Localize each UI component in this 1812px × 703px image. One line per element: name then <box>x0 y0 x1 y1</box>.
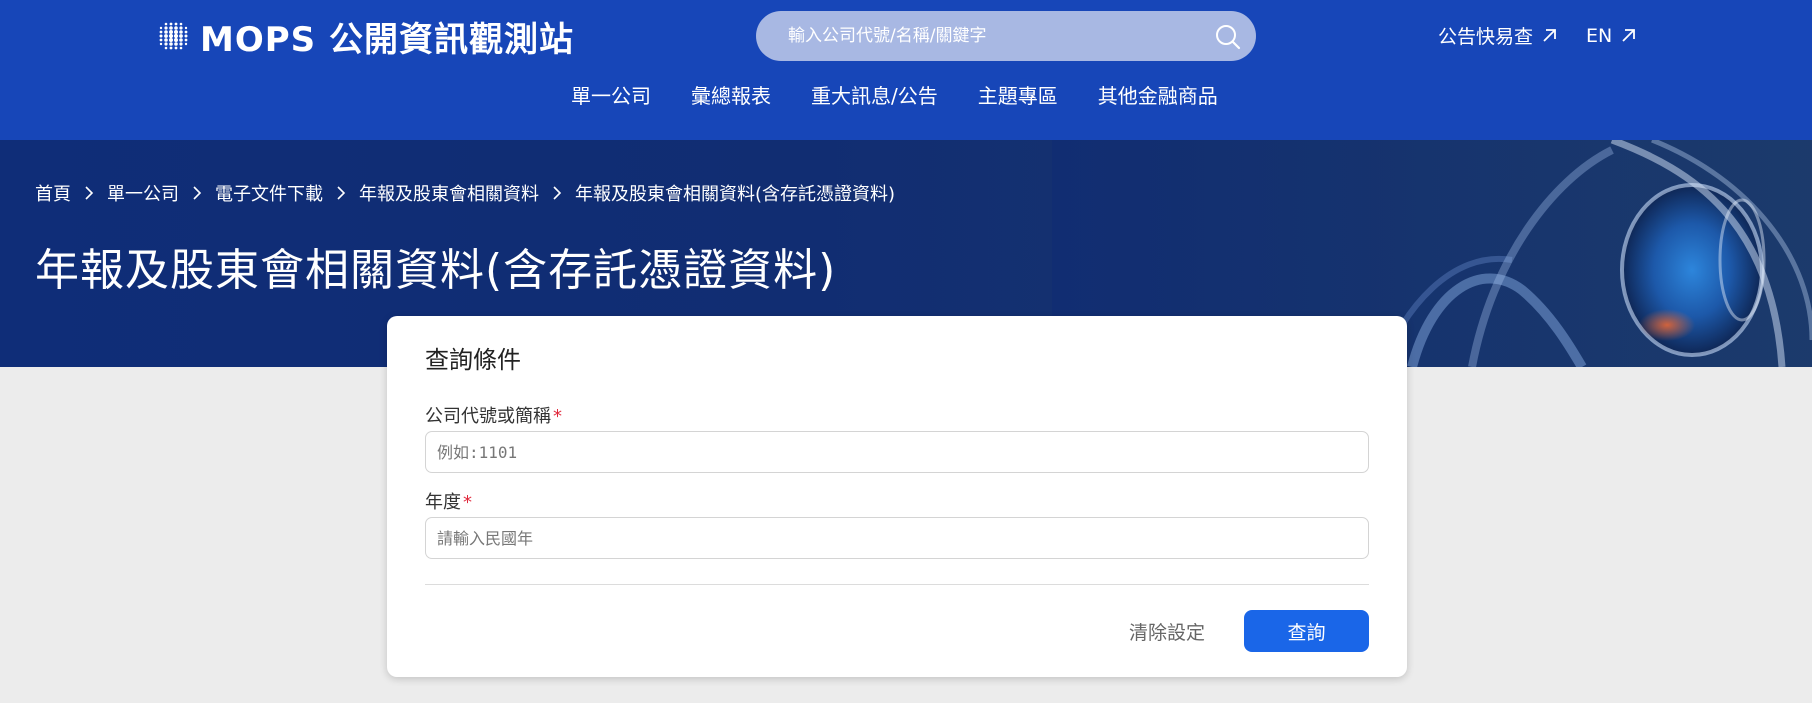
site-header: MOPS 公開資訊觀測站 公告快易查 EN 單一公司 彙總報表 重大訊息/公告 <box>0 0 1812 140</box>
card-divider <box>425 584 1369 585</box>
clear-settings-button[interactable]: 清除設定 <box>1129 618 1205 645</box>
page-title: 年報及股東會相關資料(含存託憑證資料) <box>35 245 837 296</box>
top-links: 公告快易查 EN <box>1438 22 1637 49</box>
breadcrumb: 首頁 單一公司 電子文件下載 年報及股東會相關資料 年報及股東會相關資料(含存託… <box>35 180 895 206</box>
breadcrumb-single-company[interactable]: 單一公司 <box>107 180 179 206</box>
breadcrumb-current: 年報及股東會相關資料(含存託憑證資料) <box>575 184 896 205</box>
dot-grid-icon <box>159 22 188 50</box>
breadcrumb-home[interactable]: 首頁 <box>35 180 71 206</box>
query-button[interactable]: 查詢 <box>1244 610 1369 652</box>
year-field-label: 年度 * <box>425 488 472 514</box>
logo-text: MOPS 公開資訊觀測站 <box>200 19 574 60</box>
site-logo[interactable]: MOPS 公開資訊觀測站 <box>156 14 574 60</box>
external-link-icon <box>1622 29 1636 42</box>
external-link-icon <box>1543 29 1556 42</box>
english-label: EN <box>1586 24 1613 47</box>
chevron-right-icon <box>337 186 346 200</box>
year-input[interactable] <box>425 517 1369 559</box>
year-label-text: 年度 <box>425 492 461 513</box>
chevron-right-icon <box>553 186 562 200</box>
site-search <box>756 11 1256 61</box>
breadcrumb-e-documents[interactable]: 電子文件下載 <box>215 180 323 206</box>
nav-other-products[interactable]: 其他金融商品 <box>1098 80 1218 109</box>
nav-summary-reports[interactable]: 彙總報表 <box>691 80 771 109</box>
breadcrumb-annual-report[interactable]: 年報及股東會相關資料 <box>359 180 539 206</box>
nav-topics[interactable]: 主題專區 <box>978 80 1058 109</box>
required-mark: * <box>553 406 562 427</box>
quick-announcement-label: 公告快易查 <box>1438 26 1534 48</box>
search-icon[interactable] <box>1214 23 1242 51</box>
english-link[interactable]: EN <box>1586 25 1637 47</box>
company-code-input[interactable] <box>425 431 1369 473</box>
company-field-label: 公司代號或簡稱 * <box>425 402 562 428</box>
company-label-text: 公司代號或簡稱 <box>425 406 551 427</box>
query-card-title: 查詢條件 <box>425 346 521 374</box>
nav-material-info[interactable]: 重大訊息/公告 <box>811 80 938 109</box>
main-nav: 單一公司 彙總報表 重大訊息/公告 主題專區 其他金融商品 <box>571 80 1218 109</box>
required-mark: * <box>463 492 472 513</box>
nav-single-company[interactable]: 單一公司 <box>571 80 651 109</box>
chevron-right-icon <box>193 186 202 200</box>
query-card: 查詢條件 公司代號或簡稱* 年度* 清除設定 查詢 <box>387 316 1407 677</box>
quick-announcement-link[interactable]: 公告快易查 <box>1438 22 1558 49</box>
search-input[interactable] <box>786 15 1190 57</box>
chevron-right-icon <box>85 186 94 200</box>
